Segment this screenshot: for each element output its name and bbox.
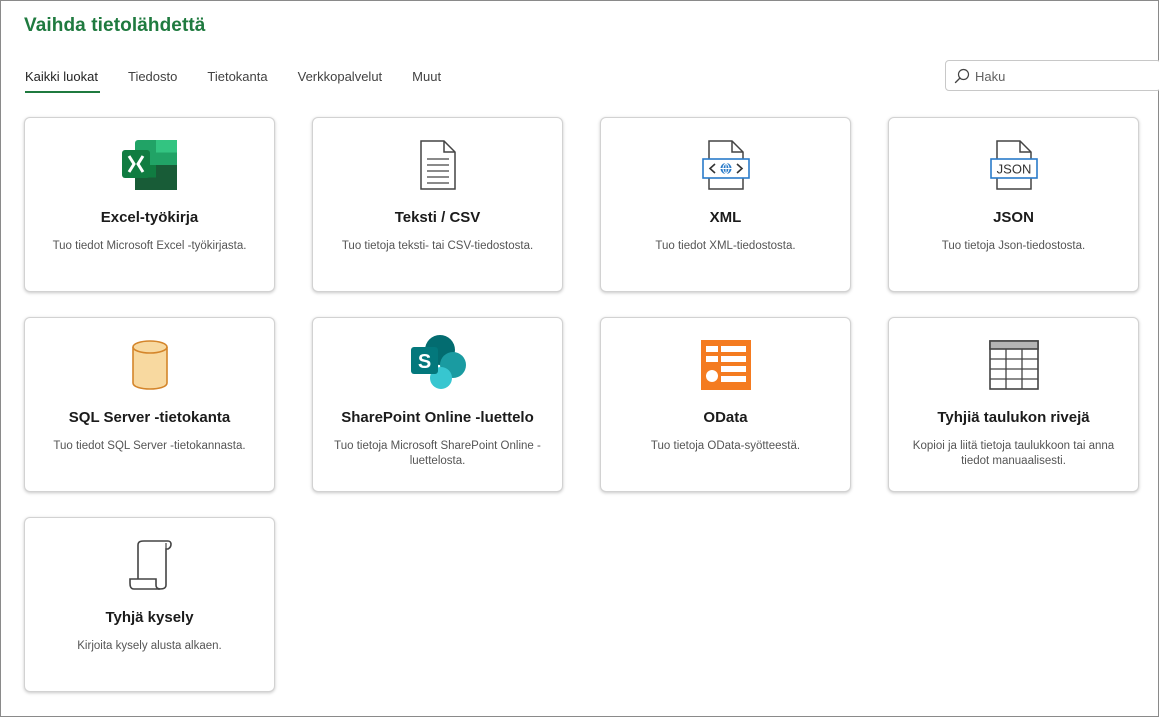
card-title: Teksti / CSV — [394, 209, 481, 226]
category-tabs: Kaikki luokat Tiedosto Tietokanta Verkko… — [25, 67, 471, 93]
card-description: Tuo tietoja Microsoft SharePoint Online … — [334, 440, 541, 467]
odata-icon — [700, 340, 751, 390]
card-sharepoint-list[interactable]: S SharePoint Online -luettelo Tuo tietoj… — [312, 317, 563, 492]
card-title: XML — [709, 209, 742, 226]
card-description: Tuo tietoja OData-syötteestä. — [650, 440, 801, 452]
card-title: OData — [703, 409, 748, 426]
card-title: Tyhjä kysely — [105, 609, 194, 626]
card-description: Tuo tietoja Json-tiedostosta. — [941, 240, 1086, 252]
card-description: Tuo tiedot Microsoft Excel -työkirjasta. — [52, 240, 247, 252]
card-blank-table[interactable]: Tyhjiä taulukon rivejä Kopioi ja liitä t… — [888, 317, 1139, 492]
card-odata[interactable]: OData Tuo tietoja OData-syötteestä. — [600, 317, 851, 492]
card-description: Tuo tiedot XML-tiedostosta. — [655, 240, 796, 252]
card-title: SharePoint Online -luettelo — [341, 409, 534, 426]
card-title: SQL Server -tietokanta — [68, 409, 231, 426]
card-title: Excel-työkirja — [100, 209, 199, 226]
card-description: Kirjoita kysely alusta alkaen. — [77, 640, 222, 652]
tab-other[interactable]: Muut — [412, 67, 441, 93]
card-text-csv[interactable]: Teksti / CSV Tuo tietoja teksti- tai CSV… — [312, 117, 563, 292]
tab-database[interactable]: Tietokanta — [207, 67, 267, 93]
card-description: Tuo tiedot SQL Server -tietokannasta. — [53, 440, 246, 452]
dialog-frame: Vaihda tietolähdettä Kaikki luokat Tiedo… — [0, 0, 1159, 717]
tab-file[interactable]: Tiedosto — [128, 67, 177, 93]
card-title: JSON — [993, 209, 1034, 226]
sharepoint-icon: S — [410, 335, 466, 389]
scroll-icon — [128, 540, 172, 590]
text-file-icon — [419, 140, 456, 190]
xml-file-icon — [701, 140, 750, 190]
card-excel-workbook[interactable]: Excel-työkirja Tuo tiedot Microsoft Exce… — [24, 117, 275, 292]
table-icon — [988, 340, 1039, 390]
excel-icon — [121, 140, 177, 190]
card-sql-server[interactable]: SQL Server -tietokanta Tuo tiedot SQL Se… — [24, 317, 275, 492]
card-description: Tuo tietoja teksti- tai CSV-tiedostosta. — [341, 240, 534, 252]
svg-text:S: S — [417, 351, 430, 373]
card-xml[interactable]: XML Tuo tiedot XML-tiedostosta. — [600, 117, 851, 292]
page-title: Vaihda tietolähdettä — [24, 15, 206, 36]
search-input[interactable] — [975, 67, 1155, 85]
database-icon — [131, 340, 168, 390]
tab-online-services[interactable]: Verkkopalvelut — [298, 67, 383, 93]
json-file-icon: JSON — [989, 140, 1038, 190]
card-json[interactable]: JSON JSON Tuo tietoja Json-tiedostosta. — [888, 117, 1139, 292]
search-icon — [954, 68, 970, 84]
tab-all-categories[interactable]: Kaikki luokat — [25, 67, 100, 93]
card-title: Tyhjiä taulukon rivejä — [937, 409, 1090, 426]
svg-text:JSON: JSON — [996, 162, 1031, 177]
search-box[interactable] — [945, 60, 1159, 91]
card-blank-query[interactable]: Tyhjä kysely Kirjoita kysely alusta alka… — [24, 517, 275, 692]
card-description: Kopioi ja liitä tietoja taulukkoon tai a… — [912, 440, 1115, 467]
